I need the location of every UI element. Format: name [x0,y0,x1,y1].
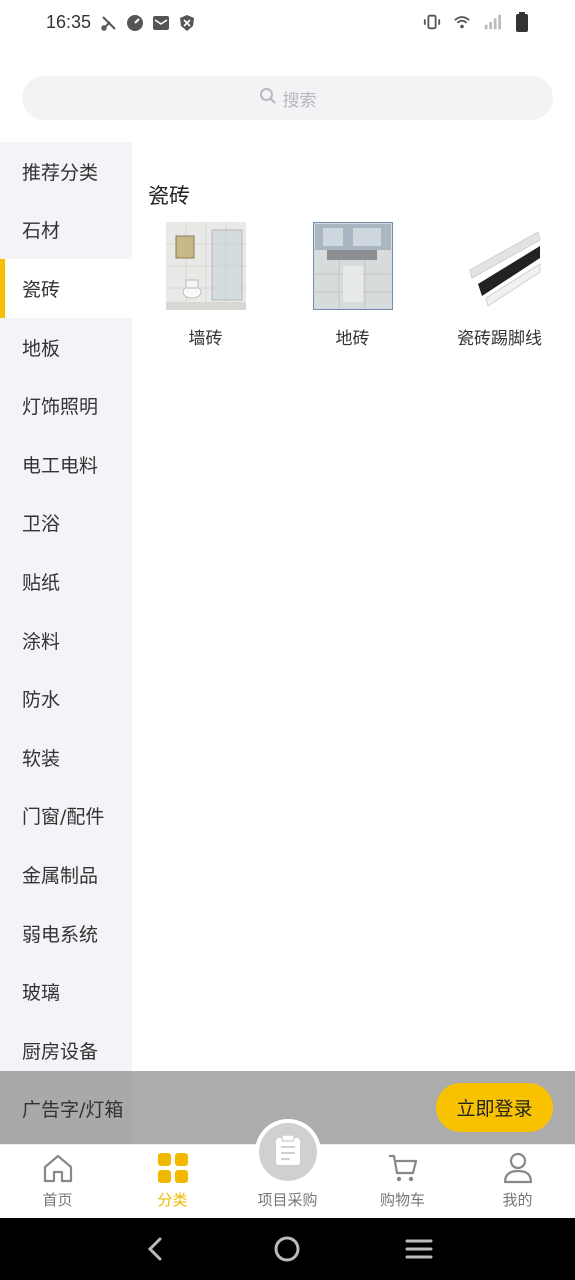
scissors-icon [100,14,118,32]
section-title: 瓷砖 [148,184,190,208]
category-content: 瓷砖 墙砖 地砖 瓷砖踢脚线 [132,142,575,1072]
sidebar-item-bathroom[interactable]: 卫浴 [0,494,132,553]
sidebar-item-signage[interactable]: 广告字/灯箱 [22,1095,123,1122]
sidebar-item-stickers[interactable]: 贴纸 [0,552,132,611]
sidebar-item-label: 电工电料 [22,454,99,477]
sidebar-item-label: 玻璃 [22,982,61,1005]
sidebar-item-label: 厨房设备 [22,1040,99,1063]
sidebar-item-label: 卫浴 [22,513,61,536]
speedometer-icon [126,14,144,32]
bottom-tab-bar: 首页 分类 项目采购 购物车 我的 [0,1119,575,1218]
clipboard-icon [274,1134,302,1170]
sidebar-item-recommended[interactable]: 推荐分类 [0,142,132,201]
vibrate-icon [423,13,441,31]
sidebar-item-label: 涂料 [22,630,61,653]
sidebar-item-label: 推荐分类 [22,161,99,184]
subcategory-label: 墙砖 [188,329,223,349]
subcategory-floor-tile[interactable]: 地砖 [279,222,426,349]
sidebar-item-label: 软装 [22,747,61,770]
sidebar-item-low-voltage[interactable]: 弱电系统 [0,904,132,963]
wall-tile-bathroom-image [165,222,246,310]
sidebar-item-stone[interactable]: 石材 [0,201,132,260]
sidebar-item-label: 金属制品 [22,864,99,887]
tab-label: 项目采购 [257,1191,318,1209]
tab-label: 购物车 [379,1191,425,1209]
wifi-icon [453,13,471,31]
tab-label: 分类 [157,1191,188,1209]
user-icon [501,1151,535,1185]
sidebar-item-label: 弱电系统 [22,923,99,946]
system-nav-bar [0,1218,575,1280]
sidebar-item-label: 地板 [22,337,61,360]
subcategory-label: 瓷砖踢脚线 [457,329,542,349]
status-icons-left [100,14,196,32]
tab-label: 首页 [42,1191,73,1209]
sidebar-item-label: 门窗/配件 [22,806,105,829]
sidebar-item-flooring[interactable]: 地板 [0,318,132,377]
sidebar-item-doors-windows[interactable]: 门窗/配件 [0,787,132,846]
subcategory-skirting-line[interactable]: 瓷砖踢脚线 [426,222,573,349]
tab-project-purchase[interactable]: 项目采购 [230,1119,345,1218]
status-time: 16:35 [46,12,92,32]
search-placeholder: 搜索 [282,90,317,111]
tab-label: 我的 [502,1191,533,1209]
search-icon [259,87,277,109]
sidebar-item-label: 防水 [22,689,61,712]
subcategory-grid: 墙砖 地砖 瓷砖踢脚线 [132,222,575,349]
sidebar-item-label: 灯饰照明 [22,396,99,419]
tab-profile[interactable]: 我的 [460,1145,575,1218]
status-icons-right [423,12,531,32]
tab-home[interactable]: 首页 [0,1145,115,1218]
search-input[interactable]: 搜索 [22,76,553,120]
category-grid-icon [156,1151,190,1185]
sidebar-item-label: 石材 [22,220,61,243]
home-icon [41,1151,75,1185]
fab-inner [258,1123,317,1181]
sidebar-item-soft-furnishing[interactable]: 软装 [0,728,132,787]
sidebar-item-paint[interactable]: 涂料 [0,611,132,670]
mail-icon [152,14,170,32]
signal-icon [483,13,501,31]
battery-icon [513,12,531,32]
login-button[interactable]: 立即登录 [436,1083,553,1132]
status-bar: 16:35 [0,0,575,48]
menu-icon[interactable] [399,1229,439,1269]
project-purchase-fab[interactable] [254,1119,321,1185]
sidebar-item-lighting[interactable]: 灯饰照明 [0,376,132,435]
skirting-line-image [459,222,541,310]
back-icon[interactable] [136,1229,176,1269]
tab-cart[interactable]: 购物车 [345,1145,460,1218]
sidebar-item-metal[interactable]: 金属制品 [0,845,132,904]
shield-icon [178,14,196,32]
subcategory-label: 地砖 [335,329,370,349]
sidebar-item-label: 贴纸 [22,571,61,594]
category-sidebar: 推荐分类 石材 瓷砖 地板 灯饰照明 电工电料 卫浴 贴纸 涂料 防水 软装 门… [0,142,132,1144]
sidebar-item-glass[interactable]: 玻璃 [0,962,132,1021]
floor-tile-livingroom-image [312,222,393,310]
subcategory-wall-tile[interactable]: 墙砖 [132,222,279,349]
sidebar-item-electrical[interactable]: 电工电料 [0,435,132,494]
sidebar-item-waterproof[interactable]: 防水 [0,669,132,728]
tab-category[interactable]: 分类 [115,1145,230,1218]
sidebar-item-label: 瓷砖 [22,278,61,301]
cart-icon [386,1151,420,1185]
sidebar-item-tile[interactable]: 瓷砖 [0,259,132,318]
home-circle-icon[interactable] [267,1229,307,1269]
